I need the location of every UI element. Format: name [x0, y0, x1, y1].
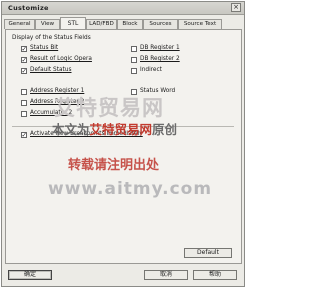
window-title: Customize: [8, 4, 49, 12]
status-bit-checkbox[interactable]: [21, 45, 27, 53]
default-status-checkbox[interactable]: [21, 67, 27, 75]
tab-strip: General View STL LAD/FBD Block Sources S…: [4, 17, 244, 29]
db-register-2-label: DB Register 2: [140, 56, 180, 62]
indirect-label: Indirect: [140, 67, 162, 73]
tab-source-text[interactable]: Source Text: [178, 19, 222, 29]
default-button[interactable]: Default: [184, 248, 232, 258]
tab-lad-fbd[interactable]: LAD/FBD: [86, 19, 117, 29]
result-logic-checkbox[interactable]: [21, 56, 27, 64]
watermark-url: www.aitmy.com: [48, 179, 213, 199]
db-register-1-label: DB Register 1: [140, 45, 180, 51]
help-button[interactable]: 帮助: [193, 270, 237, 280]
ok-button[interactable]: 确定: [8, 270, 52, 280]
tab-view[interactable]: View: [35, 19, 60, 29]
watermark-suffix: 原创: [152, 122, 178, 137]
address-register-2-checkbox[interactable]: [21, 100, 27, 106]
close-button[interactable]: ×: [231, 3, 241, 12]
watermark-prefix: 本文为: [52, 122, 90, 137]
accumulator-2-checkbox[interactable]: [21, 111, 27, 117]
tab-sources[interactable]: Sources: [143, 19, 178, 29]
stl-tab-panel: Display of the Status Fields Status Bit …: [5, 29, 242, 264]
result-logic-label: Result of Logic Opera: [30, 56, 92, 62]
tab-general[interactable]: General: [4, 19, 35, 29]
watermark-originality-note: 本文为艾特贸易网原创: [52, 119, 177, 138]
activate-breakpoints-checkbox[interactable]: [21, 131, 27, 139]
address-register-1-checkbox[interactable]: [21, 89, 27, 95]
status-fields-section-label: Display of the Status Fields: [12, 35, 91, 41]
title-bar[interactable]: Customize ×: [2, 2, 244, 15]
cancel-button[interactable]: 取消: [144, 270, 188, 280]
default-status-label: Default Status: [30, 67, 72, 73]
indirect-checkbox[interactable]: [131, 68, 137, 74]
tab-block[interactable]: Block: [117, 19, 143, 29]
tab-stl[interactable]: STL: [60, 17, 86, 29]
watermark-brand-inline: 艾特贸易网: [89, 122, 153, 137]
db-register-2-checkbox[interactable]: [131, 57, 137, 63]
watermark-brand: 艾特贸易网: [54, 96, 164, 120]
status-bit-label: Status Bit: [30, 45, 59, 51]
customize-dialog: Customize × General View STL LAD/FBD Blo…: [1, 1, 245, 287]
db-register-1-checkbox[interactable]: [131, 46, 137, 52]
watermark-repost-note: 转载请注明出处: [68, 158, 160, 173]
